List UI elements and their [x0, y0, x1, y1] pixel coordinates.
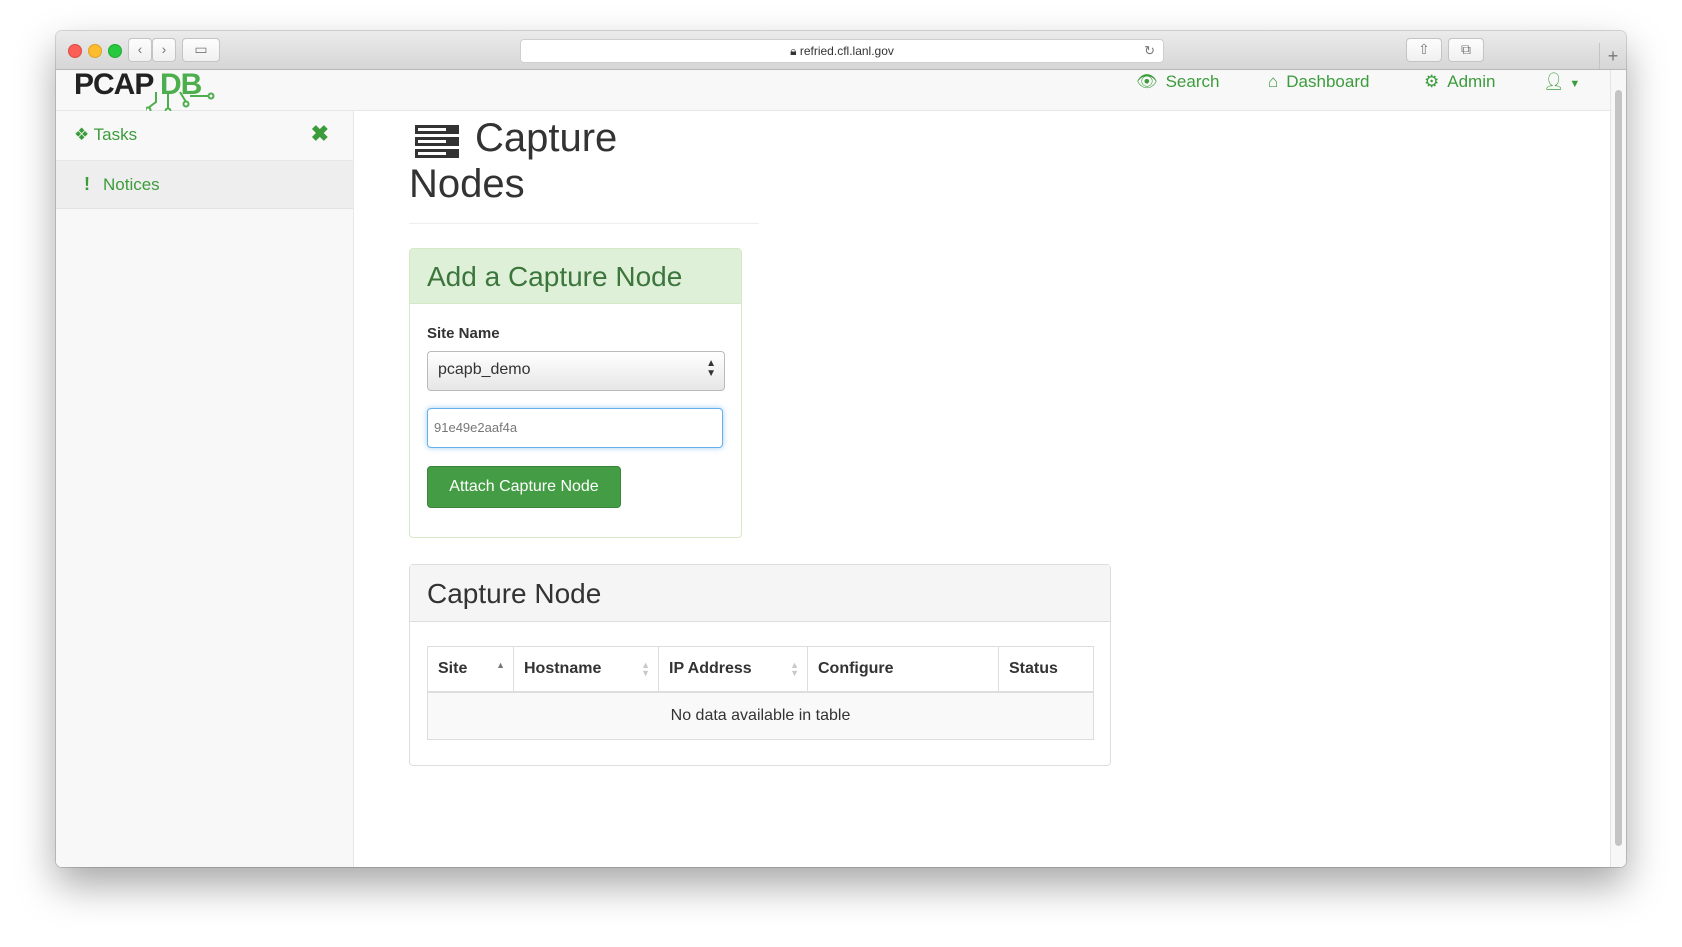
eye-icon: 👁︎: [1136, 72, 1158, 91]
column-header-ip-address[interactable]: IP Address ▲ ▼: [658, 646, 808, 693]
column-header-configure: Configure: [807, 646, 999, 693]
nav-search[interactable]: 👁︎ Search: [1136, 72, 1219, 92]
column-hostname-label: Hostname: [524, 660, 602, 677]
table-row: No data available in table: [427, 691, 1094, 740]
page-title-line2: Nodes: [409, 162, 525, 206]
column-header-site[interactable]: Site ▲: [427, 646, 514, 693]
top-navbar: PCAP DB 👁︎ Search ⌂ Dashboard ⚙ Admin 👤︎…: [56, 68, 1611, 114]
sidebar: ❖ Tasks ✖ ! Notices: [56, 111, 354, 867]
column-header-status: Status: [998, 646, 1094, 693]
add-panel-header: Add a Capture Node: [410, 249, 741, 304]
site-name-label: Site Name: [427, 325, 500, 342]
tabs-overview-icon[interactable]: ⧉: [1448, 38, 1484, 62]
share-icon[interactable]: ⇧: [1406, 38, 1442, 62]
address-text: refried.cfl.lanl.gov: [799, 44, 894, 58]
sort-icon: ▲ ▼: [641, 660, 650, 678]
zoom-window-button[interactable]: [108, 44, 122, 58]
nav-admin-label: Admin: [1447, 72, 1496, 91]
browser-window: ‹ › ▭ 🔒︎ refried.cfl.lanl.gov ↻ ⇧ ⧉ + PC…: [56, 31, 1626, 867]
sidebar-item-notices[interactable]: ! Notices: [56, 161, 353, 209]
minimize-window-button[interactable]: [88, 44, 102, 58]
sort-asc-icon: ▲: [496, 660, 505, 670]
column-status-label: Status: [1009, 660, 1058, 677]
logo-text-pcap: PCAP: [74, 68, 154, 101]
cubes-icon: ❖: [74, 125, 90, 144]
nav-dashboard-label: Dashboard: [1286, 72, 1370, 91]
nav-search-label: Search: [1165, 72, 1220, 91]
page-title: Capture Nodes: [409, 111, 759, 224]
new-tab-icon[interactable]: +: [1599, 43, 1626, 69]
capture-node-input-value: 91e49e2aaf4a: [434, 420, 518, 435]
capture-node-list-panel: Capture Node Site ▲ Hostname ▲ ▼ IP Addr…: [409, 564, 1111, 766]
close-window-button[interactable]: [68, 44, 82, 58]
exclamation-icon: !: [84, 174, 90, 194]
sidebar-header: ❖ Tasks ✖: [56, 111, 353, 161]
capture-node-table: Site ▲ Hostname ▲ ▼ IP Address ▲ ▼ Confi…: [427, 646, 1094, 740]
browser-titlebar: ‹ › ▭ 🔒︎ refried.cfl.lanl.gov ↻ ⇧ ⧉ +: [56, 31, 1626, 70]
web-page: PCAP DB 👁︎ Search ⌂ Dashboard ⚙ Admin 👤︎…: [56, 68, 1626, 867]
nav-admin[interactable]: ⚙ Admin: [1424, 72, 1495, 92]
list-panel-heading: Capture Node: [427, 578, 602, 609]
add-capture-node-panel: Add a Capture Node Site Name pcapb_demo …: [409, 248, 742, 538]
home-icon: ⌂: [1268, 72, 1279, 91]
attach-capture-node-button[interactable]: Attach Capture Node: [427, 466, 621, 508]
select-arrows-icon: ▲ ▼: [706, 358, 716, 379]
site-name-select[interactable]: pcapb_demo ▲ ▼: [427, 351, 725, 391]
address-bar[interactable]: 🔒︎ refried.cfl.lanl.gov ↻: [520, 39, 1164, 63]
column-header-hostname[interactable]: Hostname ▲ ▼: [513, 646, 659, 693]
gears-icon: ⚙: [1424, 72, 1440, 91]
page-title-text: Capture Nodes: [409, 115, 617, 207]
close-sidebar-icon[interactable]: ✖: [311, 121, 329, 147]
empty-table-message: No data available in table: [427, 691, 1094, 740]
user-menu[interactable]: 👤︎ ▼: [1543, 72, 1580, 94]
add-panel-heading: Add a Capture Node: [427, 261, 683, 292]
sidebar-toggle-icon[interactable]: ▭: [182, 38, 220, 62]
scrollbar-thumb[interactable]: [1615, 90, 1622, 846]
site-select-value: pcapb_demo: [438, 361, 531, 378]
caret-down-icon: ▼: [1569, 78, 1581, 90]
forward-icon[interactable]: ›: [152, 38, 176, 62]
user-icon: 👤︎: [1543, 72, 1565, 91]
list-panel-header: Capture Node: [410, 565, 1110, 622]
sidebar-tasks-label: Tasks: [93, 125, 138, 144]
reload-icon[interactable]: ↻: [1144, 40, 1155, 62]
capture-node-input[interactable]: 91e49e2aaf4a: [427, 408, 723, 448]
page-scrollbar[interactable]: [1610, 70, 1626, 867]
back-icon[interactable]: ‹: [128, 38, 152, 62]
nav-dashboard[interactable]: ⌂ Dashboard: [1268, 72, 1369, 92]
sidebar-tasks[interactable]: ❖ Tasks: [74, 125, 137, 145]
column-configure-label: Configure: [818, 660, 894, 677]
lock-icon: 🔒︎: [790, 44, 797, 58]
column-site-label: Site: [438, 660, 468, 677]
page-title-line1: Capture: [475, 116, 618, 160]
sidebar-notices-label: Notices: [103, 175, 160, 194]
sort-icon: ▲ ▼: [790, 660, 799, 678]
column-ip-label: IP Address: [669, 660, 752, 677]
